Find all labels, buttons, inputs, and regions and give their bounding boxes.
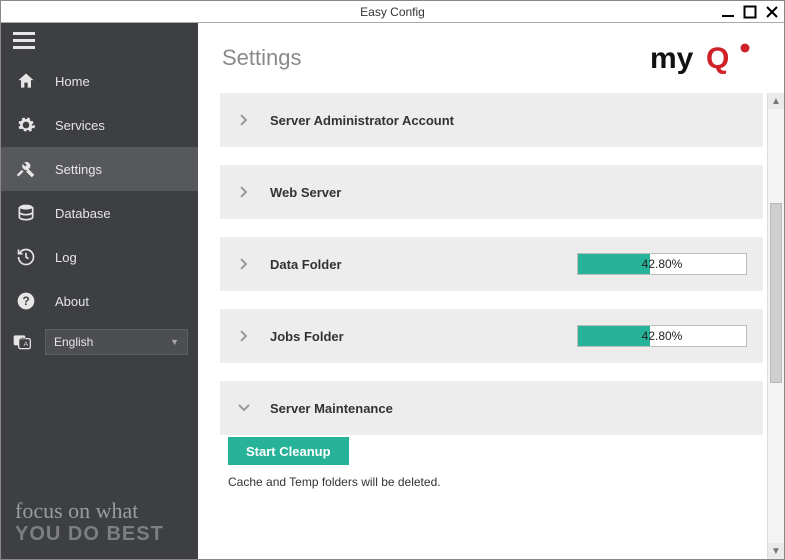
language-row: 文A English ▼	[11, 329, 188, 355]
sidebar-item-log[interactable]: Log	[1, 235, 198, 279]
scroll-up-icon[interactable]: ▲	[768, 93, 784, 109]
titlebar: Easy Config	[1, 1, 784, 23]
jobs-folder-progress: 42.80%	[577, 325, 747, 347]
sidebar-item-label: Settings	[55, 162, 102, 177]
section-title: Server Administrator Account	[270, 113, 454, 128]
header: Settings my Q	[198, 23, 784, 93]
section-data-folder[interactable]: Data Folder 42.80%	[220, 237, 763, 291]
tools-icon	[15, 158, 37, 180]
body: Home Services Settings	[1, 23, 784, 559]
content-wrap: Server Administrator Account Web Server …	[198, 93, 784, 559]
chevron-right-icon	[236, 186, 252, 198]
history-icon	[15, 246, 37, 268]
data-folder-progress: 42.80%	[577, 253, 747, 275]
chevron-right-icon	[236, 258, 252, 270]
svg-text:A: A	[24, 341, 29, 348]
sidebar-item-label: Log	[55, 250, 77, 265]
section-title: Jobs Folder	[270, 329, 344, 344]
main: Settings my Q Server Administrator	[198, 23, 784, 559]
language-select[interactable]: English ▼	[45, 329, 188, 355]
sidebar-item-database[interactable]: Database	[1, 191, 198, 235]
scroll-down-icon[interactable]: ▼	[768, 543, 784, 559]
progress-label: 42.80%	[578, 326, 746, 346]
tagline-line-1: focus on what	[15, 499, 164, 523]
database-icon	[15, 202, 37, 224]
svg-text:?: ?	[22, 295, 29, 308]
menu-toggle[interactable]	[1, 23, 198, 59]
chevron-down-icon: ▼	[170, 337, 179, 347]
sidebar-item-services[interactable]: Services	[1, 103, 198, 147]
sidebar-item-label: Home	[55, 74, 90, 89]
start-cleanup-button[interactable]: Start Cleanup	[228, 437, 349, 465]
page-title: Settings	[222, 45, 302, 71]
tagline-line-2: YOU DO BEST	[15, 523, 164, 545]
section-server-maintenance[interactable]: Server Maintenance	[220, 381, 763, 435]
section-server-admin[interactable]: Server Administrator Account	[220, 93, 763, 147]
sidebar-item-label: Database	[55, 206, 111, 221]
section-web-server[interactable]: Web Server	[220, 165, 763, 219]
content: Server Administrator Account Web Server …	[198, 93, 767, 559]
window-title: Easy Config	[1, 5, 784, 19]
maintenance-body: Start Cleanup Cache and Temp folders wil…	[220, 433, 763, 499]
svg-text:Q: Q	[706, 42, 729, 75]
maximize-button[interactable]	[740, 3, 760, 21]
help-icon: ?	[15, 290, 37, 312]
section-title: Web Server	[270, 185, 341, 200]
section-title: Server Maintenance	[270, 401, 393, 416]
language-selected: English	[54, 335, 93, 349]
brand-logo: my Q	[650, 38, 760, 78]
chevron-down-icon	[236, 403, 252, 413]
close-button[interactable]	[762, 3, 782, 21]
sidebar-item-about[interactable]: ? About	[1, 279, 198, 323]
maintenance-description: Cache and Temp folders will be deleted.	[228, 475, 763, 489]
progress-label: 42.80%	[578, 254, 746, 274]
language-icon: 文A	[11, 331, 33, 353]
sidebar-item-label: Services	[55, 118, 105, 133]
sidebar: Home Services Settings	[1, 23, 198, 559]
vertical-scrollbar[interactable]: ▲ ▼	[767, 93, 784, 559]
nav: Home Services Settings	[1, 59, 198, 355]
section-title: Data Folder	[270, 257, 342, 272]
sidebar-item-label: About	[55, 294, 89, 309]
sidebar-item-settings[interactable]: Settings	[1, 147, 198, 191]
home-icon	[15, 70, 37, 92]
chevron-right-icon	[236, 114, 252, 126]
tagline: focus on what YOU DO BEST	[15, 499, 164, 545]
chevron-right-icon	[236, 330, 252, 342]
window-controls	[718, 1, 782, 22]
minimize-button[interactable]	[718, 3, 738, 21]
section-jobs-folder[interactable]: Jobs Folder 42.80%	[220, 309, 763, 363]
hamburger-icon	[13, 32, 35, 50]
sidebar-item-home[interactable]: Home	[1, 59, 198, 103]
gear-icon	[15, 114, 37, 136]
scroll-thumb[interactable]	[770, 203, 782, 383]
svg-text:my: my	[650, 42, 694, 75]
app-window: Easy Config	[0, 0, 785, 560]
